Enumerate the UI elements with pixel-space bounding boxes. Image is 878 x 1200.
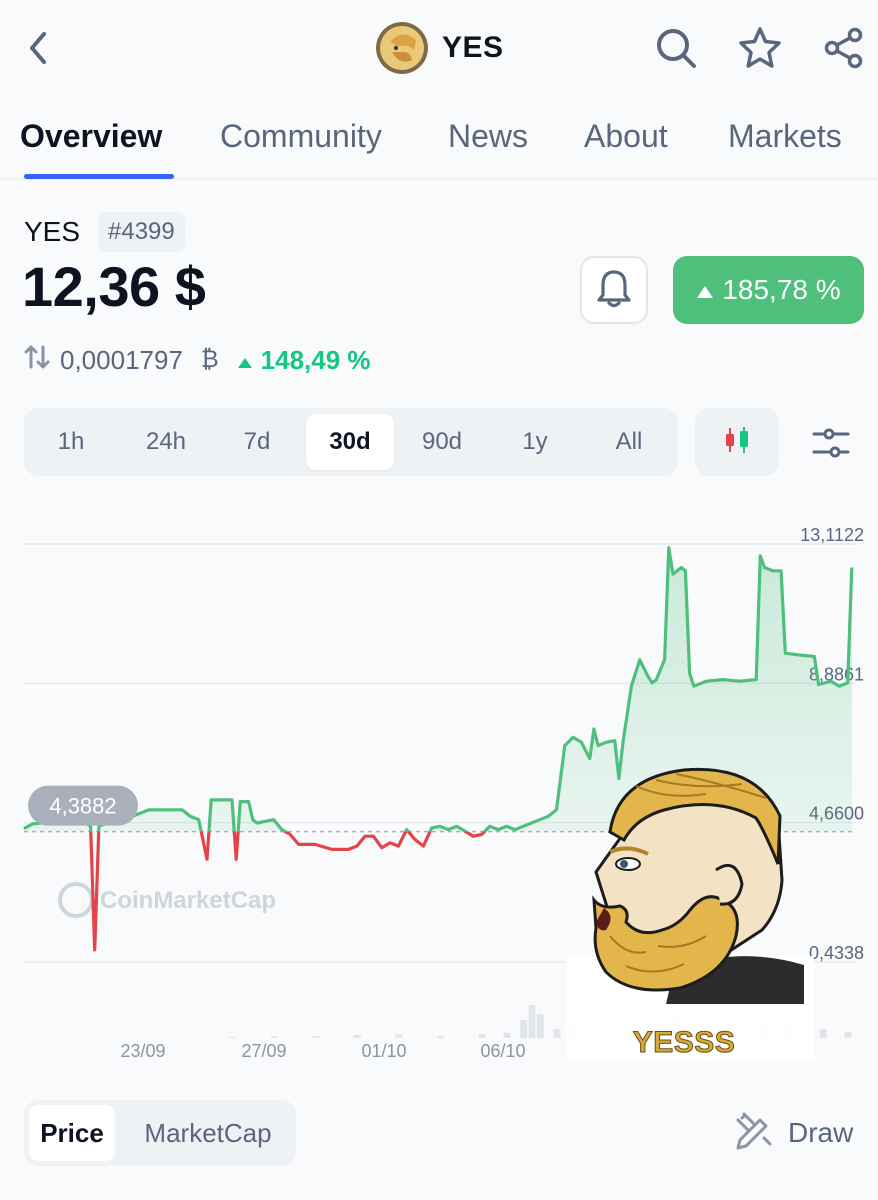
btc-change: 148,49 % xyxy=(237,345,371,376)
watermark: CoinMarketCap xyxy=(100,887,276,914)
x-tick-label: 06/10 xyxy=(480,1041,525,1061)
btc-price-row: 0,0001797 ₿ 148,49 % xyxy=(24,342,371,378)
active-tab-indicator xyxy=(24,174,174,179)
baseline-label: 4,3882 xyxy=(49,794,116,819)
x-tick-label: 01/10 xyxy=(361,1041,406,1061)
tab-community[interactable]: Community xyxy=(220,118,382,155)
volume-bar xyxy=(536,1014,544,1038)
btc-symbol: ₿ xyxy=(200,346,219,373)
range-7d[interactable]: 7d xyxy=(224,414,290,470)
marketcap-mode-button[interactable]: MarketCap xyxy=(128,1105,288,1161)
bearded-man-image xyxy=(566,767,814,1060)
x-tick-label: 27/09 xyxy=(241,1041,286,1061)
draw-label: Draw xyxy=(788,1117,854,1148)
meme-caption: YESSS xyxy=(632,1026,736,1060)
range-1h[interactable]: 1h xyxy=(38,414,104,470)
section-tabs: Overview Community News About Markets xyxy=(0,108,878,180)
triangle-up-icon xyxy=(696,274,714,306)
range-30d[interactable]: 30d xyxy=(306,414,394,470)
price-mode-button[interactable]: Price xyxy=(29,1105,115,1161)
star-icon[interactable] xyxy=(738,26,782,70)
time-range-selector: 1h 24h 7d 30d 90d 1y All xyxy=(24,408,678,476)
btc-change-value: 148,49 % xyxy=(260,344,371,375)
chart-settings-icon[interactable] xyxy=(808,420,854,466)
volume-bar xyxy=(503,1032,511,1038)
volume-bar xyxy=(478,1034,486,1038)
volume-bar xyxy=(395,1034,403,1038)
volume-bar xyxy=(437,1035,444,1038)
tab-overview[interactable]: Overview xyxy=(20,118,162,155)
range-90d[interactable]: 90d xyxy=(402,414,482,470)
volume-bar xyxy=(553,1029,561,1038)
coinmarketcap-logo-icon xyxy=(58,882,94,918)
share-icon[interactable] xyxy=(822,26,866,70)
volume-bar xyxy=(528,1005,536,1038)
page-title: YES xyxy=(442,31,504,64)
tab-news[interactable]: News xyxy=(448,118,528,155)
tab-about[interactable]: About xyxy=(584,118,668,155)
coin-logo xyxy=(376,22,428,74)
search-icon[interactable] xyxy=(654,26,698,70)
meme-overlay: YESSS xyxy=(566,760,814,1060)
volume-bar xyxy=(229,1036,236,1038)
price-change-badge[interactable]: 185,78 % xyxy=(673,256,864,324)
rank-badge: #4399 xyxy=(98,212,185,252)
y-tick-label: 13,1122 xyxy=(800,525,864,545)
chevron-left-icon[interactable] xyxy=(22,28,56,68)
triangle-up-icon xyxy=(237,345,253,376)
coin-header: YES xyxy=(376,22,504,74)
price-alert-button[interactable] xyxy=(580,256,648,324)
y-tick-label: 0,4338 xyxy=(809,943,864,963)
volume-bar xyxy=(819,1029,827,1038)
pencil-ruler-icon xyxy=(734,1110,774,1157)
tab-markets[interactable]: Markets xyxy=(728,118,842,155)
volume-bar xyxy=(520,1020,528,1038)
candlestick-icon xyxy=(722,425,752,460)
volume-bar xyxy=(844,1032,852,1038)
chart-mode-toggle: Price MarketCap xyxy=(24,1100,296,1166)
volume-bar xyxy=(353,1035,361,1038)
x-tick-label: 23/09 xyxy=(120,1041,165,1061)
candlestick-toggle-button[interactable] xyxy=(695,408,779,476)
coin-price: 12,36 $ xyxy=(22,255,206,318)
draw-button[interactable]: Draw xyxy=(734,1108,853,1158)
swap-arrows-icon xyxy=(24,344,50,377)
coin-symbol: YES xyxy=(24,216,81,247)
range-all[interactable]: All xyxy=(594,414,664,470)
volume-bar xyxy=(270,1036,278,1038)
price-change-value: 185,78 % xyxy=(722,274,841,305)
btc-price: 0,0001797 xyxy=(60,344,183,375)
range-1y[interactable]: 1y xyxy=(502,414,568,470)
bell-icon xyxy=(595,268,633,313)
range-24h[interactable]: 24h xyxy=(126,414,206,470)
top-bar: YES xyxy=(0,0,878,100)
volume-bar xyxy=(312,1036,320,1038)
